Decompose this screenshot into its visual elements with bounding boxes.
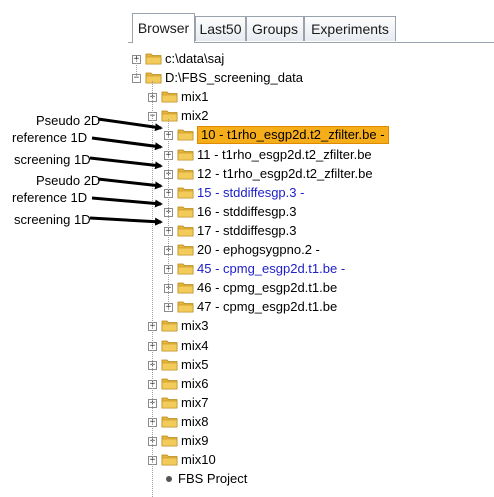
bullet-icon: [166, 476, 172, 483]
arrow-1: [97, 117, 163, 132]
arrow-2: [91, 136, 163, 151]
arrow-4: [97, 177, 163, 190]
tab-browser[interactable]: Browser: [132, 13, 195, 43]
arrow-3: [89, 156, 163, 170]
annotation-arrows: [89, 117, 163, 226]
arrow-6: [89, 216, 163, 226]
arrow-5: [91, 196, 163, 208]
